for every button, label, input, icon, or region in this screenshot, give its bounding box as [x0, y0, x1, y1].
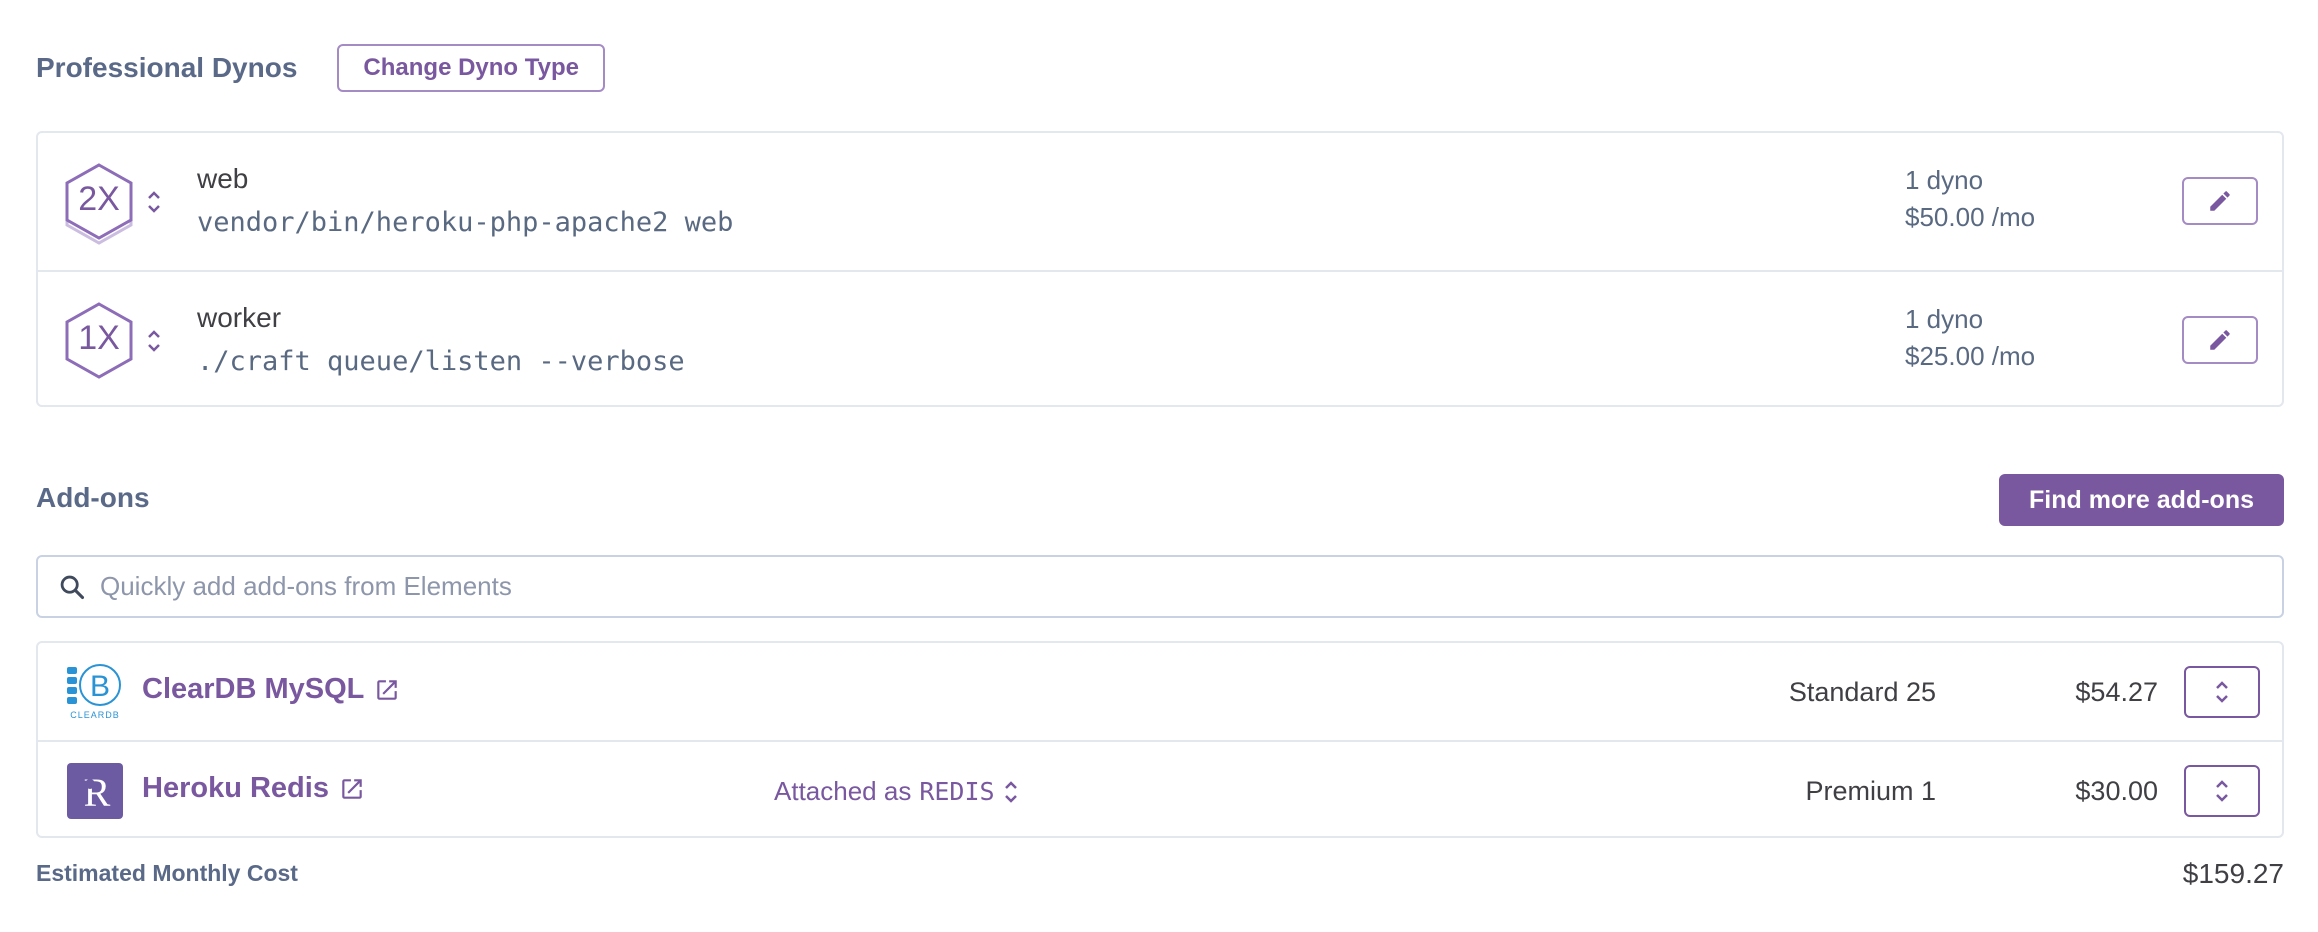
addon-list: B CLEARDB ClearDB MySQL Standard 25 $54.…: [36, 641, 2284, 838]
find-more-addons-button[interactable]: Find more add-ons: [1999, 474, 2284, 526]
addon-actions-button[interactable]: [2184, 765, 2260, 817]
addon-name: ClearDB MySQL: [142, 673, 365, 705]
dyno-size-label[interactable]: 1X: [62, 296, 136, 380]
addon-price: $54.27: [2075, 677, 2158, 707]
addon-actions-button[interactable]: [2184, 666, 2260, 718]
chevron-updown-icon[interactable]: [144, 326, 164, 356]
chevron-updown-icon[interactable]: [144, 187, 164, 217]
attachment-name: REDIS: [919, 777, 995, 806]
addon-name-link[interactable]: ClearDB MySQL: [142, 673, 400, 706]
search-icon: [60, 575, 85, 599]
dyno-command: ./craft queue/listen --verbose: [197, 346, 685, 377]
addon-price: $30.00: [2075, 776, 2158, 806]
dyno-name: worker: [197, 302, 282, 333]
addons-title: Add-ons: [36, 482, 150, 513]
dynos-header: Professional Dynos Change Dyno Type: [36, 44, 605, 92]
addon-plan: Standard 25: [1788, 677, 1936, 707]
edit-dyno-button[interactable]: [2182, 316, 2258, 364]
external-link-icon: [377, 679, 398, 700]
addon-row-cleardb: B CLEARDB ClearDB MySQL Standard 25 $54.…: [38, 643, 2282, 740]
chevron-updown-icon: [2216, 780, 2228, 802]
svg-text:R: R: [84, 770, 111, 815]
addon-name: Heroku Redis: [142, 772, 329, 804]
pencil-icon: [2210, 330, 2230, 350]
addon-name-link[interactable]: Heroku Redis: [142, 772, 365, 805]
addon-row-heroku-redis: R Heroku Redis Attached as REDIS Premium…: [38, 740, 2282, 837]
chevron-updown-icon: [1004, 780, 1017, 803]
dyno-count: 1 dyno: [1905, 165, 1984, 195]
dynos-title: Professional Dynos: [36, 52, 298, 83]
addon-attachment-selector[interactable]: Attached as REDIS: [774, 776, 1021, 807]
dyno-price: $25.00 /mo: [1905, 341, 2036, 371]
change-dyno-type-button[interactable]: Change Dyno Type: [337, 44, 605, 92]
addon-search: [36, 555, 2284, 618]
dyno-row-worker: 1X worker ./craft queue/listen --verbose…: [38, 270, 2282, 407]
addon-plan: Premium 1: [1805, 776, 1936, 806]
dyno-price: $50.00 /mo: [1905, 202, 2036, 232]
addon-search-input[interactable]: [100, 571, 2282, 602]
dyno-list: 2X web vendor/bin/heroku-php-apache2 web…: [36, 131, 2284, 407]
edit-dyno-button[interactable]: [2182, 177, 2258, 225]
dyno-name: web: [197, 163, 249, 194]
attachment-prefix: Attached as: [774, 776, 912, 806]
addons-header: Add-ons: [36, 482, 150, 514]
dyno-row-web: 2X web vendor/bin/heroku-php-apache2 web…: [38, 133, 2282, 270]
estimated-cost-value: $159.27: [2182, 858, 2284, 889]
cleardb-logo-text: CLEARDB: [70, 710, 120, 720]
chevron-updown-icon: [2216, 681, 2228, 703]
heroku-redis-logo-icon: R: [67, 763, 123, 819]
external-link-icon: [342, 778, 362, 799]
dyno-command: vendor/bin/heroku-php-apache2 web: [197, 207, 734, 238]
pencil-icon: [2210, 191, 2230, 211]
dyno-size-label[interactable]: 2X: [62, 157, 136, 241]
svg-text:B: B: [90, 670, 110, 703]
estimated-cost-label: Estimated Monthly Cost: [36, 860, 298, 886]
dyno-count: 1 dyno: [1905, 304, 1984, 334]
